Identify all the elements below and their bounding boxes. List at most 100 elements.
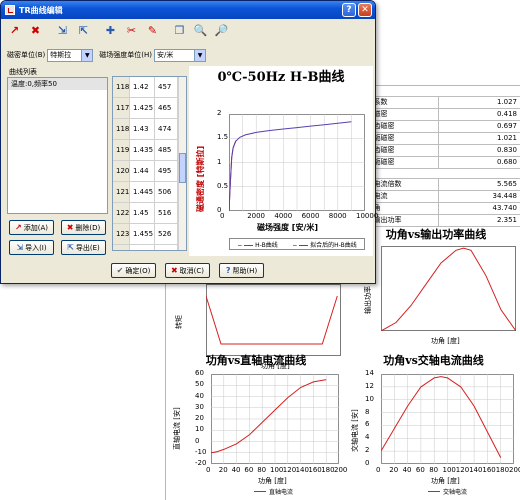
- table-scrollbar[interactable]: [178, 77, 186, 250]
- field-strength-cell[interactable]: 457: [155, 77, 178, 97]
- d-axis-legend: 直轴电流: [254, 487, 293, 496]
- parameter-value: 1.021: [437, 132, 520, 145]
- flux-density-cell[interactable]: 1.435: [130, 140, 155, 160]
- hb-data-table[interactable]: 118 1.42 457 117 1.425 465 118 1.43 474 119 1.435 4…: [112, 76, 187, 251]
- y-tick-label: 4: [365, 433, 370, 442]
- y-tick-label: 50: [195, 380, 204, 389]
- copy-icon[interactable]: ❐: [170, 21, 189, 40]
- table-row[interactable]: 120 1.44 495: [113, 161, 186, 182]
- parameter-value: 0.697: [437, 120, 520, 133]
- import-button[interactable]: ⇲ 导入(I): [9, 240, 54, 255]
- flux-density-cell[interactable]: 1.425: [130, 98, 155, 118]
- series-line-3-0: [211, 379, 327, 454]
- row-index-cell: 124: [113, 245, 130, 250]
- title-help-button[interactable]: ?: [342, 3, 356, 17]
- power-chart-title: 功角vs输出功率曲线: [385, 228, 487, 241]
- table-row[interactable]: 117 1.425 465: [113, 98, 186, 119]
- zoom-out-icon[interactable]: 🔎: [212, 21, 231, 40]
- y-tick-label: 20: [195, 414, 204, 422]
- x-tick-label: 80: [429, 466, 439, 474]
- remove-point-icon[interactable]: ✂: [122, 21, 141, 40]
- zoom-in-icon[interactable]: 🔍: [191, 21, 210, 40]
- q-axis-chart-title: 功角vs交轴电流曲线: [383, 354, 484, 367]
- flux-density-cell[interactable]: 1.45: [130, 203, 155, 223]
- title-bar[interactable]: TR曲线编辑 ? ✕: [1, 1, 375, 19]
- flux-density-cell[interactable]: 1.43: [130, 119, 155, 139]
- table-row[interactable]: 118 1.43 474: [113, 119, 186, 140]
- field-unit-select[interactable]: 安/米 ▼: [154, 48, 206, 62]
- flux-density-cell[interactable]: 1.44: [130, 161, 155, 181]
- new-curve-icon[interactable]: ↗: [5, 21, 24, 40]
- fit-curve-icon[interactable]: ✎: [143, 21, 162, 40]
- delete-icon: ✖: [66, 223, 74, 232]
- y-tick-label: 0: [365, 459, 370, 467]
- field-strength-cell[interactable]: 516: [155, 203, 178, 223]
- power-xlabel: 功角 [度]: [431, 337, 460, 345]
- flux-density-cell[interactable]: 1.445: [130, 182, 155, 202]
- export-icon[interactable]: ⇱: [74, 21, 93, 40]
- table-row[interactable]: 1241.46537: [113, 245, 186, 250]
- x-tick-label: 100: [270, 466, 284, 474]
- q-axis-xlabel: 功角 [度]: [431, 477, 460, 485]
- parameter-value: 5.565: [437, 178, 520, 191]
- table-row[interactable]: 123 1.455 526: [113, 224, 186, 245]
- ok-button[interactable]: ✔ 确定(O): [111, 263, 156, 278]
- legend-label: 拟合后的H-B曲线: [310, 241, 357, 249]
- y-tick-label: 40: [195, 391, 204, 400]
- chevron-down-icon[interactable]: ▼: [81, 49, 93, 61]
- field-strength-cell[interactable]: 474: [155, 119, 178, 139]
- power-ylabel: 输出功率: [364, 286, 372, 314]
- series-line-2-0: [206, 295, 338, 345]
- flux-density-cell[interactable]: 1.455: [130, 224, 155, 244]
- flux-density-cell[interactable]: 1.46: [130, 245, 155, 250]
- legend-item: − H-B曲线: [237, 241, 278, 249]
- scrollbar-thumb[interactable]: [179, 153, 186, 183]
- q-axis-ylabel: 交轴电流 [安]: [351, 409, 359, 452]
- parameter-value: 1.027: [437, 96, 520, 109]
- field-strength-cell[interactable]: 537: [155, 245, 178, 250]
- x-tick-label: 2000: [247, 212, 266, 220]
- export-button[interactable]: ⇱ 导出(E): [61, 240, 106, 255]
- parameter-value: 34.448: [437, 190, 520, 203]
- row-index-cell: 120: [113, 161, 130, 181]
- add-curve-button[interactable]: ↗ 添加(A): [9, 220, 54, 235]
- x-tick-label: 40: [231, 466, 241, 474]
- field-strength-cell[interactable]: 506: [155, 182, 178, 202]
- table-row[interactable]: 119 1.435 485: [113, 140, 186, 161]
- parameter-value: 0.680: [437, 156, 520, 169]
- row-index-cell: 118: [113, 119, 130, 139]
- mini-chart-svg: [381, 247, 516, 331]
- field-strength-cell[interactable]: 526: [155, 224, 178, 244]
- table-row[interactable]: 122 1.45 516: [113, 203, 186, 224]
- hb-curve-editor-dialog: TR曲线编辑 ? ✕ ↗ ✖ ⇲ ⇱ ✚ ✂ ✎ ❐ 🔍 🔎 磁密单位(B) 特斯拉 ▼ 磁场强度…: [0, 0, 378, 284]
- x-tick-label: 60: [244, 466, 254, 474]
- row-index-cell: 117: [113, 98, 130, 118]
- add-point-icon[interactable]: ✚: [101, 21, 120, 40]
- x-tick-label: 100: [442, 466, 456, 474]
- help-button[interactable]: ? 帮助(H): [219, 263, 264, 278]
- delete-curve-button[interactable]: ✖ 删除(D): [61, 220, 106, 235]
- chevron-down-icon[interactable]: ▼: [194, 49, 205, 61]
- field-strength-cell[interactable]: 495: [155, 161, 178, 181]
- table-row[interactable]: 118 1.42 457: [113, 77, 186, 98]
- title-close-button[interactable]: ✕: [358, 3, 372, 17]
- parameter-value: 2.351: [437, 214, 520, 227]
- delete-icon[interactable]: ✖: [26, 21, 45, 40]
- flux-density-cell[interactable]: 1.42: [130, 77, 155, 97]
- cancel-button[interactable]: ✖ 取消(C): [165, 263, 210, 278]
- add-curve-icon: ↗: [15, 223, 22, 232]
- table-row[interactable]: 121 1.445 506: [113, 182, 186, 203]
- flux-unit-select[interactable]: 特斯拉 ▼: [47, 48, 94, 62]
- series-line-4-0: [381, 376, 502, 458]
- y-tick-label: -10: [195, 447, 207, 456]
- import-icon[interactable]: ⇲: [53, 21, 72, 40]
- curve-list-item[interactable]: 温度:0,频率50: [8, 78, 107, 90]
- curve-list[interactable]: 温度:0,频率50: [7, 77, 108, 214]
- x-tick-label: 8000: [328, 212, 347, 220]
- field-strength-cell[interactable]: 485: [155, 140, 178, 160]
- toolbar-separator: [164, 21, 168, 40]
- y-axis-label: 磁通密度 [特斯拉]: [196, 145, 205, 212]
- y-tick-label: 30: [195, 402, 204, 411]
- field-strength-cell[interactable]: 465: [155, 98, 178, 118]
- x-axis-label: 磁场强度 [安/米]: [257, 223, 319, 232]
